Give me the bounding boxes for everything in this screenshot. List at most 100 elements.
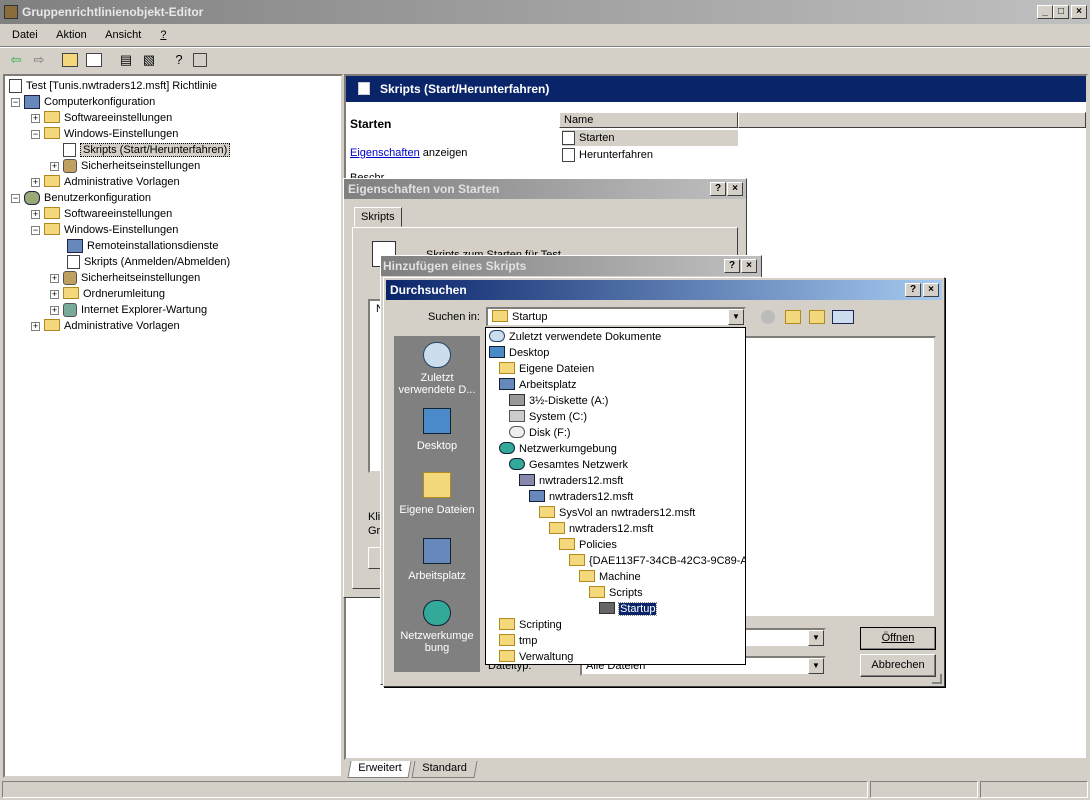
dd-machine[interactable]: Machine bbox=[579, 569, 641, 585]
browse-help-button[interactable]: ? bbox=[905, 283, 921, 297]
expand-icon[interactable]: + bbox=[50, 305, 59, 315]
folder-icon bbox=[569, 554, 585, 567]
expand-icon[interactable]: + bbox=[50, 161, 59, 171]
menu-datei[interactable]: Datei bbox=[12, 29, 38, 41]
dd-sysvol-domain[interactable]: nwtraders12.msft bbox=[549, 521, 653, 537]
maximize-button[interactable]: □ bbox=[1053, 5, 1069, 19]
tree-u-software[interactable]: + Softwareeinstellungen bbox=[31, 206, 172, 222]
dd-scripting[interactable]: Scripting bbox=[499, 617, 562, 633]
export-list-icon[interactable]: ▧ bbox=[140, 51, 158, 69]
column-header-empty[interactable] bbox=[738, 112, 1086, 128]
expand-icon[interactable]: + bbox=[31, 209, 40, 219]
dd-entire-network[interactable]: Gesamtes Netzwerk bbox=[509, 457, 628, 473]
dd-tmp[interactable]: tmp bbox=[499, 633, 537, 649]
expand-icon[interactable]: + bbox=[50, 289, 59, 299]
expand-icon[interactable]: + bbox=[31, 113, 40, 123]
dd-guid[interactable]: {DAE113F7-34CB-42C3-9C89-A2 bbox=[569, 553, 745, 569]
tab-standard[interactable]: Standard bbox=[411, 761, 478, 778]
up-folder-icon[interactable] bbox=[62, 53, 78, 67]
collapse-icon[interactable]: − bbox=[11, 97, 20, 107]
expand-icon[interactable]: + bbox=[31, 177, 40, 187]
section-title: Starten bbox=[350, 117, 392, 131]
tree-c-security[interactable]: + Sicherheitseinstellungen bbox=[50, 158, 200, 174]
tree-c-scripts[interactable]: Skripts (Start/Herunterfahren) bbox=[63, 142, 231, 158]
tree-u-security[interactable]: + Sicherheitseinstellungen bbox=[50, 270, 200, 286]
server-icon bbox=[529, 490, 545, 503]
menu-ansicht[interactable]: Ansicht bbox=[105, 29, 141, 41]
dd-desktop[interactable]: Desktop bbox=[489, 345, 549, 361]
dd-disk-f[interactable]: Disk (F:) bbox=[509, 425, 571, 441]
filetype-dropdown-arrow[interactable]: ▼ bbox=[808, 658, 824, 674]
place-my-computer[interactable]: Arbeitsplatz bbox=[394, 536, 480, 586]
show-action-pane-icon[interactable] bbox=[193, 53, 207, 67]
collapse-icon[interactable]: − bbox=[11, 193, 20, 203]
tree-u-remote[interactable]: Remoteinstallationsdienste bbox=[67, 238, 218, 254]
help-icon[interactable]: ? bbox=[170, 51, 188, 69]
view-menu-icon[interactable] bbox=[832, 310, 854, 324]
expand-icon[interactable]: + bbox=[50, 273, 59, 283]
dd-startup[interactable]: Startup bbox=[599, 601, 658, 617]
props-close-button[interactable]: × bbox=[727, 182, 743, 196]
tab-erweitert[interactable]: Erweitert bbox=[347, 761, 412, 778]
tree-c-windows[interactable]: − Windows-Einstellungen bbox=[31, 126, 178, 142]
close-button[interactable]: × bbox=[1071, 5, 1087, 19]
tree-c-admin[interactable]: + Administrative Vorlagen bbox=[31, 174, 180, 190]
list-item-herunterfahren[interactable]: Herunterfahren bbox=[562, 147, 653, 163]
forward-arrow-icon[interactable]: ⇨ bbox=[30, 51, 48, 69]
list-item-starten[interactable]: Starten bbox=[562, 130, 738, 146]
dd-policies[interactable]: Policies bbox=[559, 537, 617, 553]
minimize-button[interactable]: _ bbox=[1037, 5, 1053, 19]
back-arrow-icon[interactable]: ⇦ bbox=[7, 51, 25, 69]
tree-u-folder[interactable]: + Ordnerumleitung bbox=[50, 286, 165, 302]
properties-icon[interactable]: ▤ bbox=[117, 51, 135, 69]
back-icon[interactable] bbox=[761, 310, 775, 324]
show-tree-icon[interactable] bbox=[86, 53, 102, 67]
tree-root[interactable]: Test [Tunis.nwtraders12.msft] Richtlinie bbox=[9, 78, 217, 94]
dd-my-documents[interactable]: Eigene Dateien bbox=[499, 361, 594, 377]
my-computer-icon bbox=[423, 538, 451, 564]
lookin-combo[interactable]: Startup ▼ bbox=[486, 307, 746, 327]
tree-computer[interactable]: − Computerkonfiguration bbox=[11, 94, 155, 110]
column-header-name[interactable]: Name bbox=[559, 112, 738, 128]
tree-user[interactable]: − Benutzerkonfiguration bbox=[11, 190, 151, 206]
dd-network[interactable]: Netzwerkumgebung bbox=[499, 441, 617, 457]
lookin-dropdown-arrow[interactable]: ▼ bbox=[728, 309, 744, 325]
tree-u-ie[interactable]: + Internet Explorer-Wartung bbox=[50, 302, 207, 318]
props-help-button[interactable]: ? bbox=[710, 182, 726, 196]
dd-my-computer[interactable]: Arbeitsplatz bbox=[499, 377, 576, 393]
new-folder-icon[interactable] bbox=[809, 310, 825, 324]
menu-aktion[interactable]: Aktion bbox=[56, 29, 87, 41]
add-close-button[interactable]: × bbox=[741, 259, 757, 273]
open-button[interactable]: Öffnen bbox=[860, 627, 936, 650]
place-network[interactable]: Netzwerkumgebung bbox=[394, 598, 480, 662]
tree-u-windows[interactable]: − Windows-Einstellungen bbox=[31, 222, 178, 238]
tree-u-scripts[interactable]: Skripts (Anmelden/Abmelden) bbox=[67, 254, 230, 270]
dd-verwaltung[interactable]: Verwaltung bbox=[499, 649, 573, 664]
dd-sysvol[interactable]: SysVol an nwtraders12.msft bbox=[539, 505, 695, 521]
cancel-button[interactable]: Abbrechen bbox=[860, 654, 936, 677]
up-one-level-icon[interactable] bbox=[785, 310, 801, 324]
dd-scripts[interactable]: Scripts bbox=[589, 585, 643, 601]
place-desktop[interactable]: Desktop bbox=[394, 406, 480, 456]
dd-floppy[interactable]: 3½-Diskette (A:) bbox=[509, 393, 608, 409]
dd-recent[interactable]: Zuletzt verwendete Dokumente bbox=[489, 329, 661, 345]
dd-domain[interactable]: nwtraders12.msft bbox=[519, 473, 623, 489]
filename-dropdown-arrow[interactable]: ▼ bbox=[808, 630, 824, 646]
properties-link[interactable]: Eigenschaften bbox=[350, 147, 420, 159]
dd-server[interactable]: nwtraders12.msft bbox=[529, 489, 633, 505]
menu-help[interactable]: ? bbox=[160, 29, 166, 41]
expand-icon[interactable]: + bbox=[31, 321, 40, 331]
tree-c-software[interactable]: + Softwareeinstellungen bbox=[31, 110, 172, 126]
network-icon bbox=[499, 442, 515, 455]
place-recent[interactable]: Zuletzt verwendete D... bbox=[394, 340, 480, 404]
add-help-button[interactable]: ? bbox=[724, 259, 740, 273]
dd-system-c[interactable]: System (C:) bbox=[509, 409, 587, 425]
place-my-documents[interactable]: Eigene Dateien bbox=[394, 470, 480, 520]
collapse-icon[interactable]: − bbox=[31, 129, 40, 139]
browse-close-button[interactable]: × bbox=[923, 283, 939, 297]
tree-u-admin[interactable]: + Administrative Vorlagen bbox=[31, 318, 180, 334]
tab-skripts[interactable]: Skripts bbox=[354, 207, 402, 227]
resize-grip-icon[interactable] bbox=[932, 674, 942, 684]
collapse-icon[interactable]: − bbox=[31, 225, 40, 235]
cd-drive-icon bbox=[509, 426, 525, 439]
